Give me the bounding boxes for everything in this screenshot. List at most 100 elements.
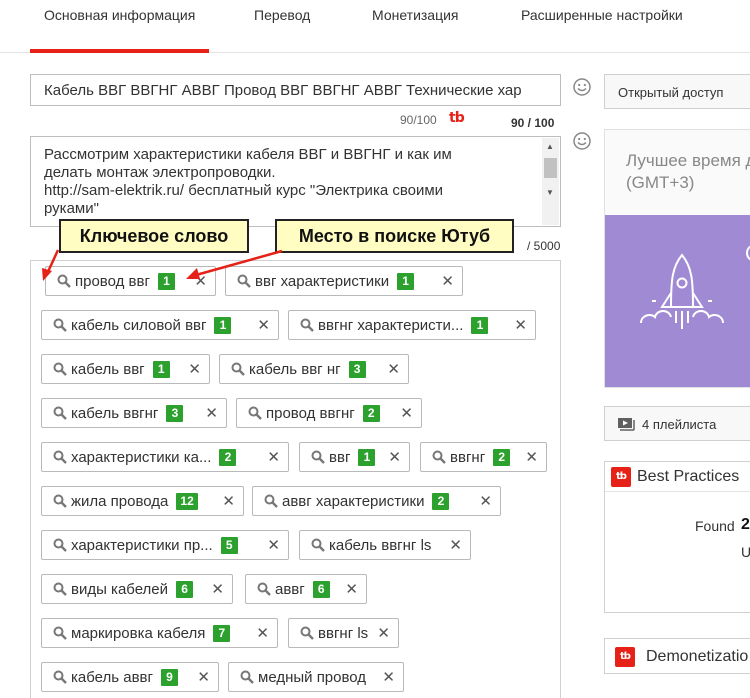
tag-label: ввгнг характеристи... — [318, 316, 464, 334]
remove-tag-icon[interactable]: ✕ — [393, 404, 413, 422]
title-input[interactable]: Кабель ВВГ ВВГНГ АВВГ Провод ВВГ ВВГНГ А… — [30, 74, 561, 106]
tag-chip[interactable]: кабель ввгнг ls ✕ — [299, 530, 471, 560]
tag-rank-badge: 3 — [348, 360, 366, 378]
search-icon — [53, 494, 67, 508]
remove-tag-icon[interactable]: ✕ — [181, 360, 201, 378]
tab-basic-info[interactable]: Основная информация — [44, 7, 195, 23]
tag-chip[interactable]: характеристики пр... 5 ✕ — [41, 530, 289, 560]
search-icon — [57, 274, 71, 288]
tag-chip[interactable]: кабель аввг 9 ✕ — [41, 662, 219, 692]
tag-rank-badge: 6 — [176, 580, 194, 598]
tag-chip[interactable]: ввгнг характеристи... 1 ✕ — [288, 310, 536, 340]
tag-label: характеристики ка... — [71, 448, 212, 466]
tab-monetization[interactable]: Монетизация — [372, 7, 459, 23]
remove-tag-icon[interactable]: ✕ — [250, 316, 270, 334]
scrollbar-thumb[interactable] — [544, 158, 557, 178]
tag-chip[interactable]: виды кабелей 6 ✕ — [41, 574, 233, 604]
description-textarea[interactable]: Рассмотрим характеристики кабеля ВВГ и В… — [30, 136, 561, 227]
annotation-keyword: Ключевое слово — [59, 219, 249, 253]
search-icon — [231, 362, 245, 376]
best-practices-header[interactable]: tb Best Practices — [605, 462, 750, 492]
tag-chip[interactable]: ввг 1 ✕ — [299, 442, 410, 472]
tag-rank-badge: 6 — [312, 580, 330, 598]
best-time-card: Лучшее время д (GMT+3) — [604, 129, 750, 388]
tag-chip[interactable]: кабель силовой ввг 1 ✕ — [41, 310, 279, 340]
search-icon — [311, 450, 325, 464]
tag-label: кабель ввг — [71, 360, 145, 378]
search-icon — [53, 362, 67, 376]
title-char-counter: 90/100 — [400, 113, 437, 127]
emoji-icon[interactable] — [573, 78, 591, 96]
best-practices-title: Best Practices — [637, 468, 740, 485]
tag-rank-badge: 3 — [166, 404, 184, 422]
tag-rank-badge: 5 — [220, 536, 238, 554]
tag-label: жила провода — [71, 492, 169, 510]
tag-chip[interactable]: провод ввг 1 ✕ — [45, 266, 216, 296]
tag-label: характеристики пр... — [71, 536, 213, 554]
remove-tag-icon[interactable]: ✕ — [260, 536, 280, 554]
tag-label: виды кабелей — [71, 580, 169, 598]
search-icon — [53, 626, 67, 640]
description-scrollbar[interactable]: ▲ ▼ — [542, 138, 559, 225]
scroll-down-arrow-icon[interactable]: ▼ — [546, 188, 554, 197]
remove-tag-icon[interactable]: ✕ — [338, 580, 358, 598]
description-char-counter: / 5000 — [527, 239, 561, 253]
tag-rank-badge: 1 — [152, 360, 170, 378]
demonetization-title: Demonetizatio — [646, 648, 749, 665]
remove-tag-icon[interactable]: ✕ — [249, 624, 269, 642]
emoji-icon[interactable] — [573, 132, 591, 150]
remove-tag-icon[interactable]: ✕ — [381, 448, 401, 466]
remove-tag-icon[interactable]: ✕ — [434, 272, 454, 290]
tag-label: кабель силовой ввг — [71, 316, 207, 334]
tag-chip[interactable]: аввг характеристики 2 ✕ — [252, 486, 501, 516]
tag-chip[interactable]: кабель ввг 1 ✕ — [41, 354, 210, 384]
tag-chip[interactable]: кабель ввг нг 3 ✕ — [219, 354, 409, 384]
search-icon — [53, 538, 67, 552]
tag-rank-badge: 1 — [358, 448, 376, 466]
tag-chip[interactable]: кабель ввгнг 3 ✕ — [41, 398, 227, 428]
search-icon — [53, 450, 67, 464]
rocket-icon — [640, 253, 724, 329]
tag-chip[interactable]: медный провод ✕ — [228, 662, 404, 692]
remove-tag-icon[interactable]: ✕ — [204, 580, 224, 598]
remove-tag-icon[interactable]: ✕ — [375, 668, 395, 686]
remove-tag-icon[interactable]: ✕ — [380, 360, 400, 378]
remove-tag-icon[interactable]: ✕ — [260, 448, 280, 466]
best-time-banner — [605, 215, 750, 387]
scroll-up-arrow-icon[interactable]: ▲ — [546, 142, 554, 151]
remove-tag-icon[interactable]: ✕ — [198, 404, 218, 422]
search-icon — [432, 450, 446, 464]
title-input-value: Кабель ВВГ ВВГНГ АВВГ Провод ВВГ ВВГНГ А… — [44, 82, 522, 99]
remove-tag-icon[interactable]: ✕ — [518, 448, 538, 466]
description-text: Рассмотрим характеристики кабеля ВВГ и В… — [44, 146, 452, 217]
tag-chip[interactable]: провод ввгнг 2 ✕ — [236, 398, 422, 428]
demonetization-card[interactable]: tb Demonetizatio — [604, 638, 750, 674]
remove-tag-icon[interactable]: ✕ — [442, 536, 462, 554]
visibility-dropdown[interactable]: Открытый доступ — [604, 74, 750, 109]
remove-tag-icon[interactable]: ✕ — [472, 492, 492, 510]
tag-label: кабель ввг нг — [249, 360, 341, 378]
remove-tag-icon[interactable]: ✕ — [187, 272, 207, 290]
search-icon — [53, 318, 67, 332]
playlists-button[interactable]: 4 плейлиста — [604, 406, 750, 441]
tab-translation[interactable]: Перевод — [254, 7, 310, 23]
tag-chip[interactable]: характеристики ка... 2 ✕ — [41, 442, 289, 472]
tag-chip[interactable]: жила провода 12 ✕ — [41, 486, 244, 516]
tag-label: ввг характеристики — [255, 272, 390, 290]
tab-advanced-settings[interactable]: Расширенные настройки — [521, 7, 683, 23]
search-icon — [53, 582, 67, 596]
remove-tag-icon[interactable]: ✕ — [190, 668, 210, 686]
tag-chip[interactable]: ввгнг 2 ✕ — [420, 442, 547, 472]
tag-label: ввг — [329, 448, 351, 466]
remove-tag-icon[interactable]: ✕ — [370, 624, 390, 642]
remove-tag-icon[interactable]: ✕ — [507, 316, 527, 334]
playlist-icon — [618, 418, 635, 431]
tag-chip[interactable]: маркировка кабеля 7 ✕ — [41, 618, 278, 648]
tag-chip[interactable]: ввг характеристики 1 ✕ — [225, 266, 463, 296]
tag-chip[interactable]: аввг 6 ✕ — [245, 574, 367, 604]
remove-tag-icon[interactable]: ✕ — [215, 492, 235, 510]
tag-chip[interactable]: ввгнг ls ✕ — [288, 618, 399, 648]
tag-label: маркировка кабеля — [71, 624, 206, 642]
annotation-search-position: Место в поиске Ютуб — [275, 219, 514, 253]
active-tab-indicator — [30, 49, 209, 53]
